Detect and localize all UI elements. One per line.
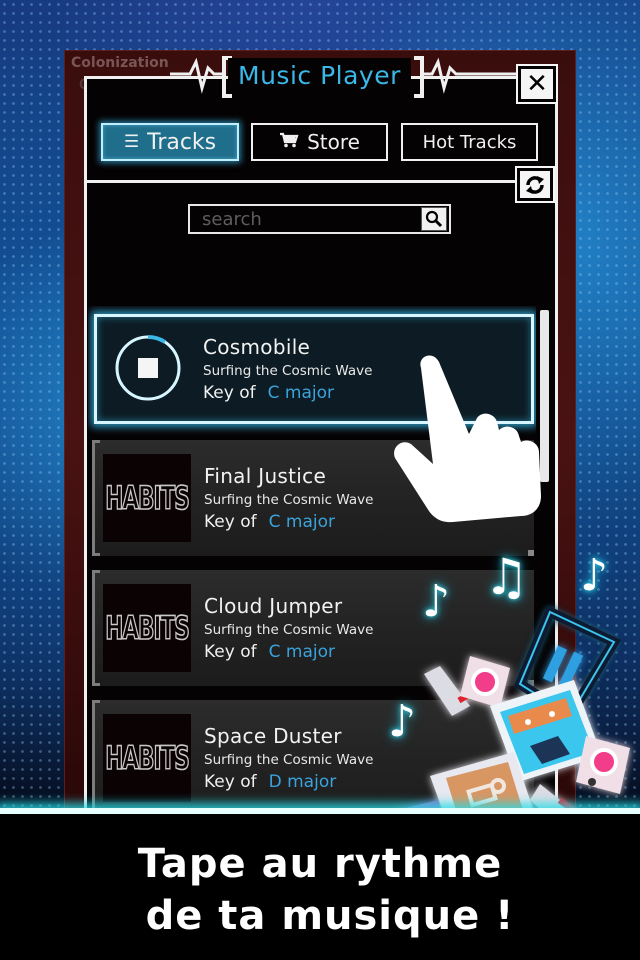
list-icon: ☰ <box>123 132 140 152</box>
promo-caption: Tape au rythme de ta musique ! <box>0 838 640 942</box>
album-cover-text: HABITS <box>105 608 191 647</box>
track-frame-corner <box>528 550 534 556</box>
search-button[interactable] <box>421 207 447 231</box>
track-list[interactable]: Cosmobile Surfing the Cosmic Wave Key of… <box>88 306 536 816</box>
track-frame-bracket <box>92 570 100 686</box>
album-cover-text: HABITS <box>105 478 191 517</box>
track-title: Cloud Jumper <box>204 594 343 618</box>
dialog-title: Music Player <box>228 58 411 94</box>
tab-hot-tracks-label: Hot Tracks <box>422 131 517 153</box>
track-frame-bracket <box>92 700 100 816</box>
header-divider <box>87 180 519 183</box>
track-artist: Surfing the Cosmic Wave <box>204 622 374 638</box>
track-item[interactable]: HABITS Space Duster Surfing the Cosmic W… <box>92 700 534 816</box>
track-key-label: Key of <box>204 772 257 792</box>
track-key: Key of C major <box>203 383 334 403</box>
album-cover: HABITS <box>103 714 191 802</box>
track-key: Key of C major <box>204 642 335 662</box>
track-artist: Surfing the Cosmic Wave <box>203 363 373 379</box>
caption-line-1: Tape au rythme <box>137 841 503 887</box>
search-box <box>188 204 451 234</box>
track-key-value: C major <box>268 512 335 532</box>
album-cover-text: HABITS <box>105 738 191 777</box>
track-key-value: C major <box>267 383 334 403</box>
refresh-icon <box>526 175 544 194</box>
caption-line-2: de ta musique ! <box>145 893 515 939</box>
background-panel-label: Colonization <box>71 55 169 71</box>
track-item[interactable]: HABITS Final Justice Surfing the Cosmic … <box>92 440 534 556</box>
track-title: Final Justice <box>204 464 327 488</box>
close-button[interactable]: ✕ <box>516 64 558 104</box>
cart-icon <box>279 132 299 153</box>
album-cover: HABITS <box>103 584 191 672</box>
stop-icon <box>138 358 158 378</box>
list-scrollbar[interactable] <box>540 310 549 482</box>
close-icon: ✕ <box>526 69 548 99</box>
refresh-button[interactable] <box>515 166 555 203</box>
tab-tracks-label: Tracks <box>147 129 217 155</box>
track-artist: Surfing the Cosmic Wave <box>204 492 374 508</box>
track-key-label: Key of <box>203 383 256 403</box>
search-input[interactable] <box>190 206 418 232</box>
track-item[interactable]: Cosmobile Surfing the Cosmic Wave Key of… <box>94 314 534 424</box>
track-key-value: C major <box>268 642 335 662</box>
track-frame-bracket <box>92 440 100 556</box>
album-cover: HABITS <box>103 454 191 542</box>
track-title: Cosmobile <box>203 335 311 359</box>
tab-store[interactable]: Store <box>251 123 388 161</box>
stop-button[interactable] <box>113 333 183 403</box>
track-key-value: D major <box>268 772 337 792</box>
track-item[interactable]: HABITS Cloud Jumper Surfing the Cosmic W… <box>92 570 534 686</box>
track-key: Key of D major <box>204 772 336 792</box>
tab-hot-tracks[interactable]: Hot Tracks <box>401 123 538 161</box>
track-key-label: Key of <box>204 642 257 662</box>
track-title: Space Duster <box>204 724 342 748</box>
tab-tracks[interactable]: ☰ Tracks <box>101 123 239 161</box>
track-frame-corner <box>528 680 534 686</box>
track-artist: Surfing the Cosmic Wave <box>204 752 374 768</box>
track-key: Key of C major <box>204 512 335 532</box>
track-key-label: Key of <box>204 512 257 532</box>
search-icon <box>425 210 443 228</box>
tab-store-label: Store <box>307 130 360 154</box>
